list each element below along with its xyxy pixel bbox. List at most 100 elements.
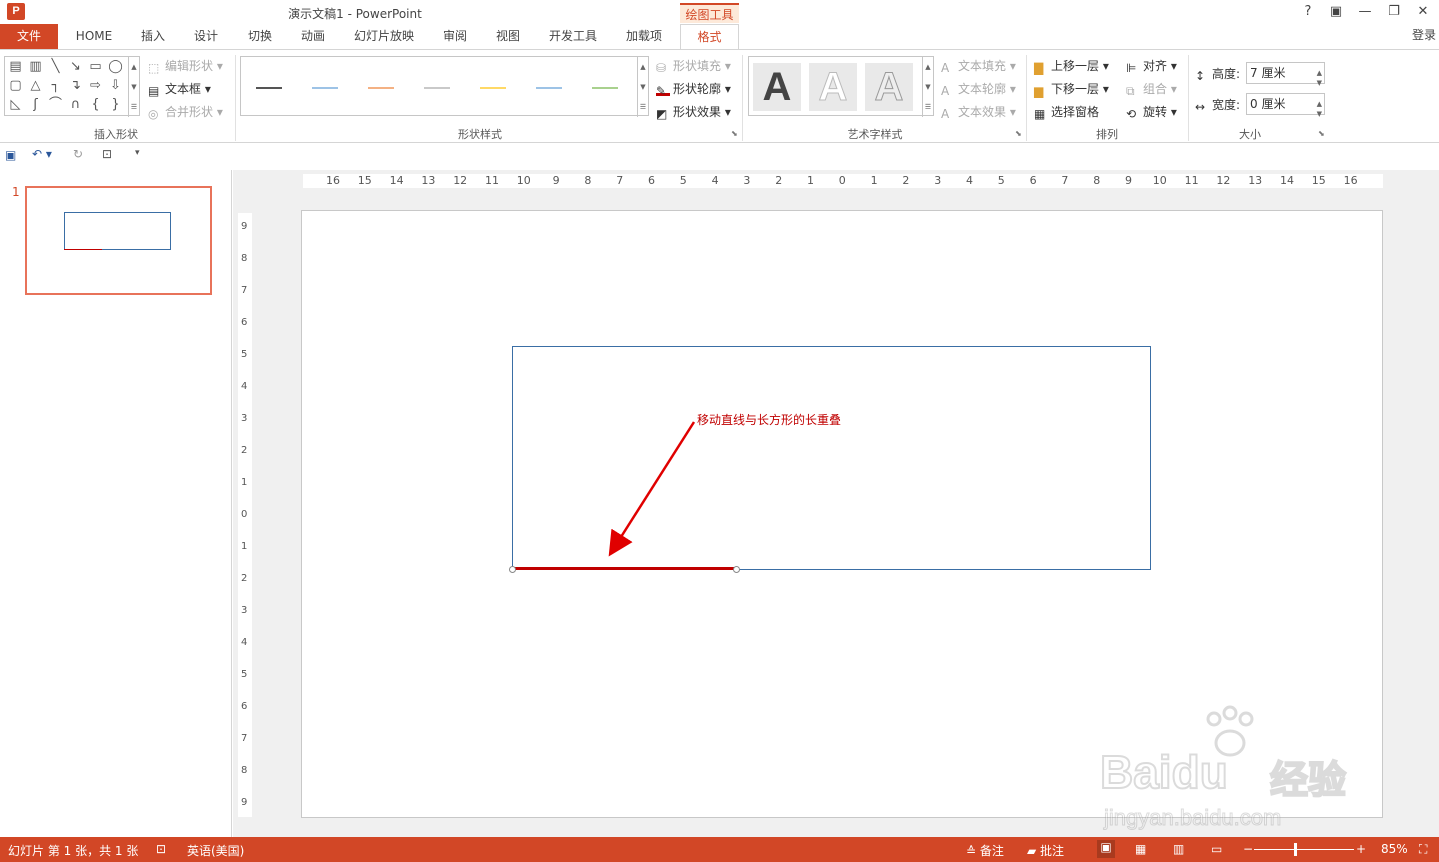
gallery-scroll-down-icon[interactable]: ▼ [637, 77, 648, 97]
wordart-style-2[interactable]: A [809, 63, 857, 111]
notes-button[interactable]: ≙ 备注 [966, 842, 1004, 859]
tab-view[interactable]: 视图 [485, 24, 531, 49]
size-launcher-icon[interactable]: ⬊ [1318, 129, 1325, 138]
tab-transitions[interactable]: 切换 [237, 24, 283, 49]
align-button[interactable]: ⊫ 对齐 ▾ [1126, 57, 1177, 75]
height-field[interactable]: 7 厘米 ▲ ▼ [1246, 62, 1325, 87]
line-style-option[interactable] [368, 87, 394, 89]
selected-line-shape[interactable] [512, 567, 736, 570]
tab-slideshow[interactable]: 幻灯片放映 [344, 24, 424, 49]
rounded-rectangle-shape-icon[interactable]: ▢ [7, 78, 24, 94]
tab-home[interactable]: HOME [64, 24, 124, 49]
shape-effects-button[interactable]: ◩ 形状效果 ▾ [656, 103, 731, 121]
slideshow-view-icon[interactable]: ▭ [1211, 842, 1222, 856]
normal-view-icon[interactable]: ▣ [1097, 840, 1115, 858]
down-arrow-shape-icon[interactable]: ⇩ [107, 78, 124, 94]
text-fill-button[interactable]: A 文本填充 ▾ [941, 57, 1016, 75]
tab-review[interactable]: 审阅 [432, 24, 478, 49]
wordart-launcher-icon[interactable]: ⬊ [1015, 129, 1022, 138]
restore-icon[interactable]: ❐ [1384, 3, 1404, 21]
wordart-style-3[interactable]: A [865, 63, 913, 111]
slide-thumbnail[interactable] [25, 186, 212, 295]
oval-shape-icon[interactable]: ◯ [107, 59, 124, 75]
arrow-line-shape-icon[interactable]: ↘ [67, 59, 84, 75]
reading-view-icon[interactable]: ▥ [1173, 842, 1184, 856]
gallery-more-icon[interactable]: ☰ [637, 97, 648, 117]
rectangle-shape-icon[interactable]: ▭ [87, 59, 104, 75]
vertical-textbox-shape-icon[interactable]: ▥ [27, 59, 44, 75]
gallery-more-icon[interactable]: ☰ [128, 97, 139, 117]
left-brace-shape-icon[interactable]: { [87, 97, 104, 113]
freeform-shape-icon[interactable]: ◺ [7, 97, 24, 113]
tab-file[interactable]: 文件 [0, 24, 58, 49]
tab-format[interactable]: 格式 [680, 24, 739, 50]
shape-fill-button[interactable]: ⛁ 形状填充 ▾ [656, 57, 731, 75]
redo-icon[interactable]: ↻ [73, 147, 83, 161]
width-field[interactable]: 0 厘米 ▲ ▼ [1246, 93, 1325, 118]
gallery-scroll-up-icon[interactable]: ▲ [128, 57, 139, 77]
line-style-option[interactable] [256, 87, 282, 89]
group-button[interactable]: ⧉ 组合 ▾ [1126, 80, 1177, 98]
zoom-in-icon[interactable]: + [1356, 842, 1366, 856]
comments-button[interactable]: ▰ 批注 [1027, 842, 1064, 859]
line-style-option[interactable] [536, 87, 562, 89]
curve-shape-icon[interactable]: ∩ [67, 97, 84, 113]
zoom-level[interactable]: 85% [1381, 842, 1408, 856]
selection-pane-button[interactable]: ▦ 选择窗格 [1034, 103, 1099, 121]
zoom-slider[interactable] [1254, 849, 1354, 850]
send-backward-button[interactable]: ▆ 下移一层 ▾ [1034, 80, 1109, 98]
wordart-style-1[interactable]: A [753, 63, 801, 111]
gallery-scroll-down-icon[interactable]: ▼ [922, 77, 933, 97]
ribbon-display-options-icon[interactable]: ▣ [1326, 3, 1346, 21]
edit-shape-button[interactable]: ⬚ 编辑形状 ▾ [148, 57, 223, 75]
gallery-scroll-up-icon[interactable]: ▲ [922, 57, 933, 77]
zoom-out-icon[interactable]: − [1243, 842, 1253, 856]
gallery-scroll-down-icon[interactable]: ▼ [128, 77, 139, 97]
tab-addins[interactable]: 加载项 [615, 24, 673, 49]
save-icon[interactable]: ▣ [5, 148, 16, 162]
fit-slide-icon[interactable]: ⛶ [1419, 842, 1427, 857]
line-start-handle[interactable] [509, 566, 516, 573]
text-outline-button[interactable]: A 文本轮廓 ▾ [941, 80, 1016, 98]
line-end-handle[interactable] [733, 566, 740, 573]
elbow-connector-shape-icon[interactable]: ┐ [47, 78, 64, 94]
undo-icon[interactable]: ↶ ▾ [32, 147, 52, 161]
tab-insert[interactable]: 插入 [130, 24, 176, 49]
shapes-gallery[interactable]: ▤ ▥ ╲ ↘ ▭ ◯ ▢ △ ┐ ↴ ⇨ ⇩ ◺ ʃ ⌒ ∩ { } ▲ ▼ … [4, 56, 140, 117]
gallery-more-icon[interactable]: ☰ [922, 97, 933, 117]
wordart-gallery[interactable]: A A A ▲ ▼ ☰ [748, 56, 934, 117]
tab-animations[interactable]: 动画 [290, 24, 336, 49]
tab-design[interactable]: 设计 [183, 24, 229, 49]
slide-sorter-view-icon[interactable]: ▦ [1135, 842, 1146, 856]
elbow-arrow-shape-icon[interactable]: ↴ [67, 78, 84, 94]
shape-style-gallery[interactable]: ▲ ▼ ☰ [240, 56, 649, 117]
scribble-shape-icon[interactable]: ʃ [27, 97, 44, 113]
right-brace-shape-icon[interactable]: } [107, 97, 124, 113]
close-icon[interactable]: ✕ [1413, 3, 1433, 21]
shape-styles-launcher-icon[interactable]: ⬊ [731, 129, 738, 138]
sign-in-link[interactable]: 登录 [1412, 26, 1436, 43]
spin-down-icon[interactable]: ▼ [1317, 104, 1322, 124]
start-slideshow-icon[interactable]: ⊡ [102, 147, 112, 161]
tab-developer[interactable]: 开发工具 [538, 24, 608, 49]
merge-shapes-button[interactable]: ◎ 合并形状 ▾ [148, 103, 223, 121]
rotate-button[interactable]: ⟲ 旋转 ▾ [1126, 103, 1177, 121]
minimize-icon[interactable]: — [1355, 3, 1375, 21]
line-style-option[interactable] [424, 87, 450, 89]
zoom-slider-thumb[interactable] [1294, 843, 1297, 856]
gallery-scroll-up-icon[interactable]: ▲ [637, 57, 648, 77]
customize-qat-icon[interactable]: ▾ [135, 148, 140, 158]
shape-outline-button[interactable]: ✎ 形状轮廓 ▾ [656, 80, 731, 98]
triangle-shape-icon[interactable]: △ [27, 78, 44, 94]
line-style-option[interactable] [592, 87, 618, 89]
help-button[interactable]: ? [1298, 3, 1318, 21]
arc-shape-icon[interactable]: ⌒ [47, 97, 64, 113]
spelling-check-icon[interactable]: ⊡ [156, 842, 166, 856]
textbox-shape-icon[interactable]: ▤ [7, 59, 24, 75]
line-style-option[interactable] [312, 87, 338, 89]
right-arrow-shape-icon[interactable]: ⇨ [87, 78, 104, 94]
text-effects-button[interactable]: A 文本效果 ▾ [941, 103, 1016, 121]
text-box-button[interactable]: ▤ 文本框 ▾ [148, 80, 211, 98]
bring-forward-button[interactable]: ▇ 上移一层 ▾ [1034, 57, 1109, 75]
line-shape-icon[interactable]: ╲ [47, 59, 64, 75]
